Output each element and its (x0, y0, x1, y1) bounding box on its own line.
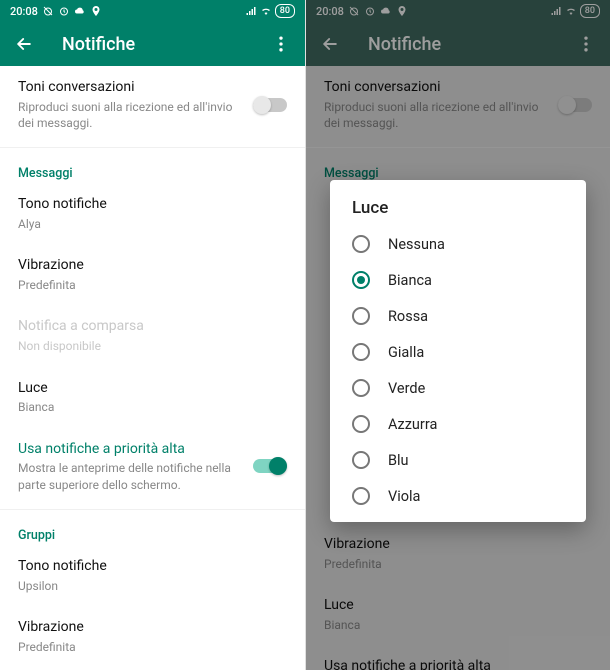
setting-message-light[interactable]: Luce Bianca (0, 367, 305, 428)
section-header-groups: Gruppi (0, 514, 305, 545)
alarm-icon (58, 5, 70, 17)
dialog-title: Luce (330, 198, 586, 226)
setting-title: Vibrazione (18, 618, 287, 637)
setting-value: Non disponibile (18, 338, 287, 354)
setting-title: Notifica a comparsa (18, 317, 287, 336)
wifi-icon (260, 5, 272, 17)
status-time: 20:08 (10, 5, 38, 18)
setting-value: Predefinita (18, 639, 287, 655)
setting-value: Alya (18, 216, 287, 232)
setting-message-popup: Notifica a comparsa Non disponibile (0, 305, 305, 366)
cloud-icon (74, 5, 86, 17)
setting-value: Upsilon (18, 578, 287, 594)
divider (0, 147, 305, 148)
setting-message-vibration[interactable]: Vibrazione Predefinita (0, 244, 305, 305)
option-viola[interactable]: Viola (330, 478, 586, 514)
overflow-menu-button[interactable] (265, 28, 297, 60)
setting-group-tone[interactable]: Tono notifiche Upsilon (0, 545, 305, 606)
setting-subtitle: Riproduci suoni alla ricezione ed all'in… (18, 99, 235, 131)
option-label: Bianca (388, 272, 432, 289)
radio-icon (352, 451, 370, 469)
settings-list: Toni conversazioni Riproduci suoni alla … (0, 66, 305, 670)
toggle-message-priority[interactable] (253, 457, 287, 475)
alarm-off-icon (42, 5, 54, 17)
light-dialog: Luce Nessuna Bianca Rossa Gialla Verde A… (330, 180, 586, 522)
setting-value: Bianca (18, 399, 287, 415)
setting-conversation-tones[interactable]: Toni conversazioni Riproduci suoni alla … (0, 66, 305, 143)
setting-message-priority[interactable]: Usa notifiche a priorità alta Mostra le … (0, 428, 305, 505)
setting-title: Vibrazione (18, 256, 287, 275)
radio-icon (352, 271, 370, 289)
option-verde[interactable]: Verde (330, 370, 586, 406)
setting-message-tone[interactable]: Tono notifiche Alya (0, 183, 305, 244)
section-header-messages: Messaggi (0, 152, 305, 183)
radio-icon (352, 235, 370, 253)
setting-value: Predefinita (18, 277, 287, 293)
setting-title: Tono notifiche (18, 195, 287, 214)
setting-group-vibration[interactable]: Vibrazione Predefinita (0, 606, 305, 667)
option-rossa[interactable]: Rossa (330, 298, 586, 334)
phone-right: 20:08 80 Notifiche Toni conv (305, 0, 610, 670)
radio-icon (352, 343, 370, 361)
location-icon (90, 5, 102, 17)
option-label: Rossa (388, 308, 428, 325)
page-title: Notifiche (62, 34, 265, 55)
option-bianca[interactable]: Bianca (330, 262, 586, 298)
option-blu[interactable]: Blu (330, 442, 586, 478)
app-bar: Notifiche (0, 22, 305, 66)
setting-title: Tono notifiche (18, 557, 287, 576)
setting-title: Usa notifiche a priorità alta (18, 440, 235, 459)
battery-indicator: 80 (275, 4, 295, 18)
radio-icon (352, 307, 370, 325)
radio-icon (352, 487, 370, 505)
status-bar: 20:08 80 (0, 0, 305, 22)
signal-icon (245, 5, 257, 17)
option-nessuna[interactable]: Nessuna (330, 226, 586, 262)
setting-subtitle: Mostra le anteprime delle notifiche nell… (18, 460, 235, 492)
setting-title: Luce (18, 379, 287, 398)
option-label: Gialla (388, 344, 424, 361)
setting-title: Toni conversazioni (18, 78, 235, 97)
divider (0, 509, 305, 510)
option-label: Nessuna (388, 236, 445, 253)
option-label: Blu (388, 452, 409, 469)
option-azzurra[interactable]: Azzurra (330, 406, 586, 442)
option-label: Verde (388, 380, 425, 397)
option-gialla[interactable]: Gialla (330, 334, 586, 370)
radio-icon (352, 379, 370, 397)
radio-icon (352, 415, 370, 433)
option-label: Viola (388, 488, 420, 505)
option-label: Azzurra (388, 416, 437, 433)
back-button[interactable] (8, 28, 40, 60)
toggle-conversation-tones[interactable] (253, 96, 287, 114)
phone-left: 20:08 80 Notifiche Toni conv (0, 0, 305, 670)
